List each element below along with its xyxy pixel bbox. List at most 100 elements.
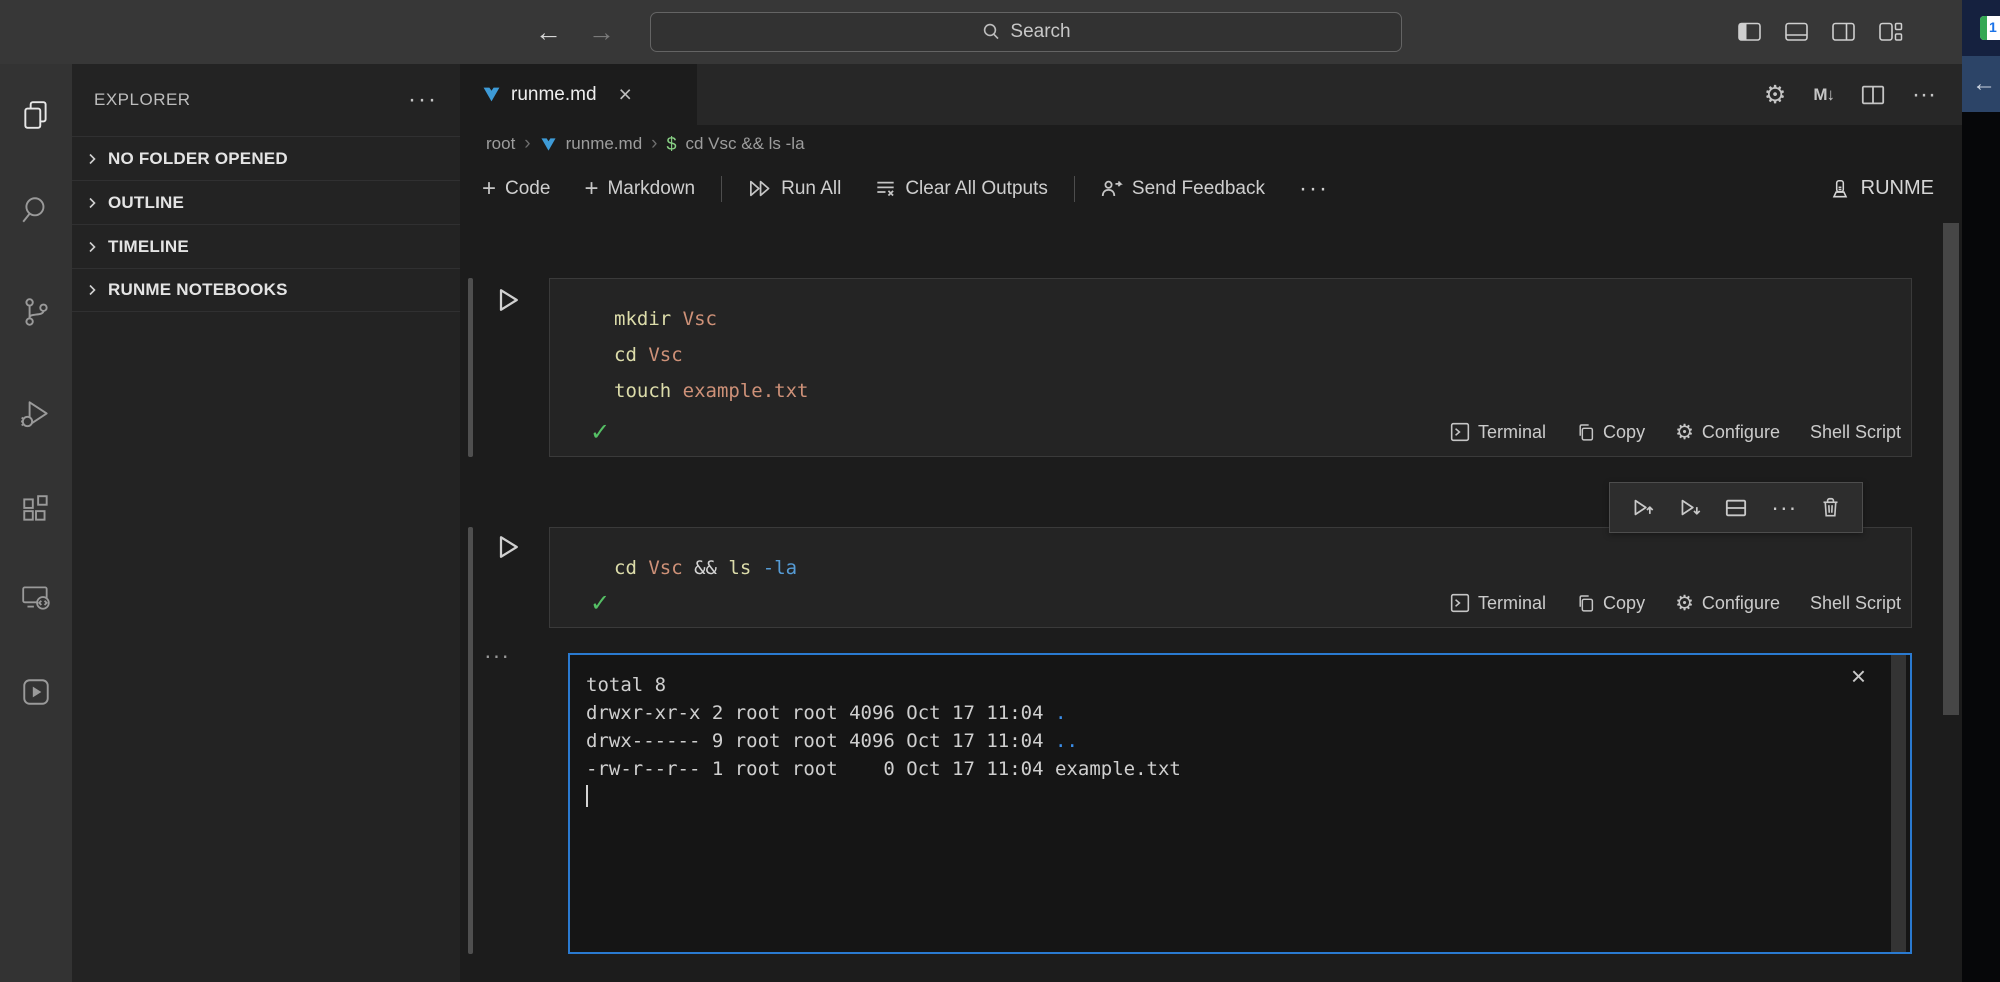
navigate-forward-button[interactable]: →	[588, 19, 615, 46]
calendar-icon: 1	[1980, 16, 2000, 40]
shell-prompt-icon: $	[666, 134, 676, 155]
search-icon	[981, 22, 1001, 42]
background-window-back-icon: ←	[1962, 56, 2000, 112]
title-bar: ← → Search	[0, 0, 1962, 64]
plus-icon: +	[584, 177, 598, 201]
close-tab-icon[interactable]: ×	[619, 83, 632, 106]
vscode-window: ← → Search	[0, 0, 2000, 982]
output-text: total 8drwxr-xr-x 2 root root 4096 Oct 1…	[570, 655, 1910, 783]
cell-hover-toolbar: ···	[1609, 482, 1863, 533]
delete-cell-icon[interactable]	[1821, 497, 1840, 518]
chevron-right-icon	[84, 151, 100, 167]
background-window-titlebar: 1	[1962, 0, 2000, 56]
cell-output-terminal[interactable]: total 8drwxr-xr-x 2 root root 4096 Oct 1…	[568, 653, 1912, 954]
clear-all-outputs-button[interactable]: Clear All Outputs	[875, 178, 1048, 200]
code-cell-2[interactable]: cd Vsc && ls -la ✓ Terminal Copy	[549, 527, 1912, 628]
split-cell-icon[interactable]	[1725, 498, 1747, 518]
cell-focus-indicator[interactable]	[468, 527, 473, 954]
tab-bar: runme.md × ⚙ M↓ ···	[460, 64, 1962, 125]
extensions-icon[interactable]	[20, 493, 52, 525]
sidebar-item-no-folder-opened[interactable]: NO FOLDER OPENED	[72, 136, 460, 180]
gear-icon: ⚙	[1675, 591, 1694, 616]
terminal-cursor	[586, 785, 588, 807]
cell-more-actions-icon[interactable]: ···	[1771, 494, 1797, 521]
copy-button[interactable]: Copy	[1576, 593, 1645, 614]
close-output-icon[interactable]: ×	[1851, 663, 1866, 689]
markdown-preview-icon[interactable]: M↓	[1813, 85, 1834, 105]
feedback-person-icon	[1101, 179, 1123, 198]
split-editor-icon[interactable]	[1861, 84, 1885, 106]
explorer-icon[interactable]	[20, 99, 52, 131]
execute-above-icon[interactable]	[1632, 497, 1655, 518]
runme-file-icon	[482, 86, 501, 103]
customize-layout-icon[interactable]	[1879, 22, 1903, 42]
toggle-secondary-sidebar-icon[interactable]	[1832, 22, 1856, 42]
cell-language-label[interactable]: Shell Script	[1810, 593, 1901, 614]
code-cell-1[interactable]: mkdir Vsccd Vsctouch example.txt ✓ Termi…	[549, 278, 1912, 457]
toggle-panel-icon[interactable]	[1785, 22, 1809, 42]
breadcrumb-command[interactable]: cd Vsc && ls -la	[686, 134, 805, 154]
cell-focus-indicator[interactable]	[468, 278, 473, 457]
runme-panel-icon[interactable]	[20, 676, 52, 708]
cell-2-code[interactable]: cd Vsc && ls -la	[550, 528, 1911, 586]
navigate-back-button[interactable]: ←	[535, 19, 562, 46]
runme-file-icon	[540, 137, 557, 152]
configure-button[interactable]: ⚙ Configure	[1675, 591, 1780, 616]
plus-icon: +	[482, 177, 496, 201]
run-all-icon	[748, 179, 772, 198]
send-feedback-button[interactable]: Send Feedback	[1101, 178, 1265, 200]
chevron-right-icon	[84, 239, 100, 255]
clear-all-outputs-icon	[875, 179, 896, 198]
search-view-icon[interactable]	[20, 194, 52, 226]
sidebar-item-runme-notebooks[interactable]: RUNME NOTEBOOKS	[72, 268, 460, 312]
toggle-primary-sidebar-icon[interactable]	[1738, 22, 1762, 42]
editor-scrollbar[interactable]	[1943, 223, 1959, 715]
notebook-more-actions-icon[interactable]: ···	[1299, 175, 1329, 203]
success-check-icon: ✓	[590, 589, 610, 618]
run-cell-button[interactable]	[492, 532, 522, 562]
search-label: Search	[1010, 21, 1070, 43]
runme-brand-button[interactable]: RUNME	[1829, 177, 1934, 200]
sidebar-more-actions-icon[interactable]: ···	[408, 95, 438, 105]
sidebar-title: EXPLORER	[94, 90, 191, 110]
chevron-right-icon	[84, 195, 100, 211]
terminal-button[interactable]: Terminal	[1450, 593, 1546, 614]
output-more-actions-icon[interactable]: ···	[484, 642, 510, 669]
explorer-sidebar: EXPLORER ··· NO FOLDER OPENED OUTLINE TI…	[72, 64, 460, 982]
output-scrollbar[interactable]	[1891, 655, 1906, 952]
notebook-settings-icon[interactable]: ⚙	[1764, 80, 1786, 110]
remote-explorer-icon[interactable]	[20, 581, 52, 613]
cell-language-label[interactable]: Shell Script	[1810, 422, 1901, 443]
run-and-debug-icon[interactable]	[20, 398, 52, 430]
copy-icon	[1576, 422, 1595, 442]
run-all-button[interactable]: Run All	[748, 178, 841, 200]
editor-more-actions-icon[interactable]: ···	[1912, 81, 1936, 109]
sidebar-item-outline[interactable]: OUTLINE	[72, 180, 460, 224]
add-markdown-cell-button[interactable]: + Markdown	[584, 177, 695, 201]
notebook-toolbar: + Code + Markdown Run All Clear All Outp…	[460, 163, 1962, 214]
tab-label: runme.md	[511, 84, 597, 106]
copy-button[interactable]: Copy	[1576, 422, 1645, 443]
breadcrumb-file[interactable]: runme.md	[566, 134, 643, 154]
gear-icon: ⚙	[1675, 420, 1694, 445]
toolbar-divider	[1074, 176, 1075, 202]
execute-below-icon[interactable]	[1679, 497, 1702, 518]
runme-brand-icon	[1829, 178, 1851, 200]
terminal-button[interactable]: Terminal	[1450, 422, 1546, 443]
success-check-icon: ✓	[590, 418, 610, 447]
cell-1-code[interactable]: mkdir Vsccd Vsctouch example.txt	[550, 279, 1911, 409]
activity-bar	[0, 64, 72, 982]
chevron-right-icon	[84, 282, 100, 298]
editor-group: runme.md × ⚙ M↓ ··· root › runme.md › $ …	[460, 64, 1962, 982]
add-code-cell-button[interactable]: + Code	[482, 177, 550, 201]
breadcrumb-root[interactable]: root	[486, 134, 515, 154]
command-center-search[interactable]: Search	[650, 12, 1402, 52]
run-cell-button[interactable]	[492, 285, 522, 315]
sidebar-item-timeline[interactable]: TIMELINE	[72, 224, 460, 268]
tab-runme-md[interactable]: runme.md ×	[460, 64, 697, 125]
toolbar-divider	[721, 176, 722, 202]
breadcrumb-separator: ›	[524, 133, 530, 155]
source-control-icon[interactable]	[20, 296, 52, 328]
configure-button[interactable]: ⚙ Configure	[1675, 420, 1780, 445]
terminal-icon	[1450, 593, 1470, 613]
